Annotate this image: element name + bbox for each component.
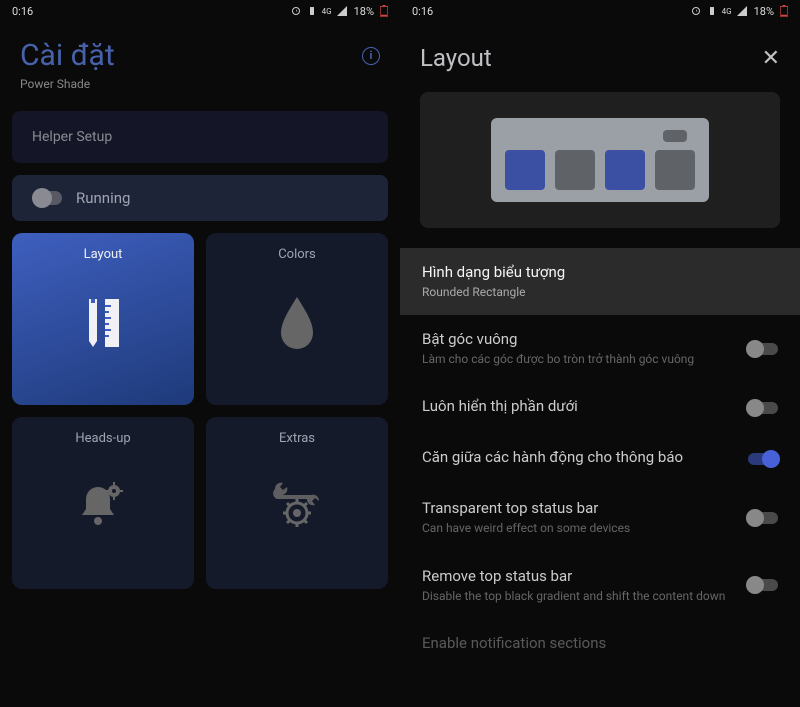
setting-title: Remove top status bar bbox=[422, 567, 736, 585]
tile-heads-up-label: Heads-up bbox=[75, 431, 130, 446]
setting-title: Căn giữa các hành động cho thông báo bbox=[422, 448, 736, 466]
signal-icon bbox=[336, 5, 348, 17]
toggle-remove-top[interactable] bbox=[748, 579, 778, 591]
setting-title: Luôn hiển thị phần dưới bbox=[422, 397, 736, 415]
tile-layout[interactable]: Layout bbox=[12, 233, 194, 405]
status-bar: 0:16 4G 18% bbox=[400, 0, 800, 22]
tile-layout-label: Layout bbox=[84, 247, 123, 262]
battery-icon bbox=[780, 5, 788, 17]
pencil-ruler-icon bbox=[73, 286, 133, 356]
alarm-icon bbox=[690, 5, 702, 17]
header: Layout ✕ bbox=[400, 22, 800, 92]
setting-center-actions[interactable]: Căn giữa các hành động cho thông báo bbox=[400, 433, 800, 484]
alarm-icon bbox=[290, 5, 302, 17]
page-subtitle: Power Shade bbox=[20, 77, 380, 91]
setting-title: Transparent top status bar bbox=[422, 499, 736, 517]
battery-label: 18% bbox=[754, 5, 774, 18]
setting-always-show-bottom[interactable]: Luôn hiển thị phần dưới bbox=[400, 382, 800, 433]
preview-stack bbox=[655, 130, 695, 190]
running-toggle[interactable] bbox=[32, 191, 62, 205]
setting-sub: Disable the top black gradient and shift… bbox=[422, 588, 736, 604]
page-title: Layout bbox=[420, 44, 492, 72]
toggle-center-actions[interactable] bbox=[748, 453, 778, 465]
setting-sub: Can have weird effect on some devices bbox=[422, 520, 736, 536]
setting-title: Hình dạng biểu tượng bbox=[422, 263, 778, 281]
setting-sub: Rounded Rectangle bbox=[422, 284, 778, 300]
running-card[interactable]: Running bbox=[12, 175, 388, 221]
preview-small-tile bbox=[663, 130, 687, 142]
status-right: 4G 18% bbox=[290, 5, 388, 18]
toggle-transparent-top[interactable] bbox=[748, 512, 778, 524]
running-label: Running bbox=[76, 189, 130, 207]
helper-setup-label: Helper Setup bbox=[32, 129, 112, 145]
status-icons: 4G bbox=[290, 5, 348, 17]
preview-tile-active bbox=[605, 150, 645, 190]
setting-title: Enable notification sections bbox=[422, 634, 778, 652]
page-title: Cài đặt bbox=[20, 38, 115, 73]
settings-list: Hình dạng biểu tượng Rounded Rectangle B… bbox=[400, 248, 800, 670]
content: Helper Setup Running Layout bbox=[0, 99, 400, 601]
setting-title: Bật góc vuông bbox=[422, 330, 736, 348]
battery-icon bbox=[380, 5, 388, 17]
vibrate-icon bbox=[306, 5, 318, 17]
preview-tile bbox=[655, 150, 695, 190]
status-time: 0:16 bbox=[412, 5, 433, 18]
water-drop-icon bbox=[267, 286, 327, 356]
setting-enable-sections[interactable]: Enable notification sections bbox=[400, 619, 800, 670]
layout-preview bbox=[420, 92, 780, 228]
setting-square-corners[interactable]: Bật góc vuông Làm cho các góc được bo tr… bbox=[400, 315, 800, 382]
tile-colors-label: Colors bbox=[278, 247, 316, 262]
toggle-square-corners[interactable] bbox=[748, 343, 778, 355]
setting-icon-shape[interactable]: Hình dạng biểu tượng Rounded Rectangle bbox=[400, 248, 800, 315]
tile-heads-up[interactable]: Heads-up bbox=[12, 417, 194, 589]
setting-remove-top[interactable]: Remove top status bar Disable the top bl… bbox=[400, 552, 800, 619]
status-bar: 0:16 4G 18% bbox=[0, 0, 400, 22]
setting-sub: Làm cho các góc được bo tròn trở thành g… bbox=[422, 351, 736, 367]
network-label: 4G bbox=[722, 7, 732, 16]
battery-label: 18% bbox=[354, 5, 374, 18]
setting-transparent-top[interactable]: Transparent top status bar Can have weir… bbox=[400, 484, 800, 551]
preview-tile-active bbox=[505, 150, 545, 190]
wrench-gear-icon bbox=[267, 470, 327, 540]
toggle-always-show-bottom[interactable] bbox=[748, 402, 778, 414]
vibrate-icon bbox=[706, 5, 718, 17]
tiles-grid: Layout Colors bbox=[12, 233, 388, 589]
tile-colors[interactable]: Colors bbox=[206, 233, 388, 405]
tile-extras[interactable]: Extras bbox=[206, 417, 388, 589]
title-row: Cài đặt i bbox=[20, 38, 380, 73]
signal-icon bbox=[736, 5, 748, 17]
network-label: 4G bbox=[322, 7, 332, 16]
status-right: 4G 18% bbox=[690, 5, 788, 18]
status-time: 0:16 bbox=[12, 5, 33, 18]
tile-extras-label: Extras bbox=[279, 431, 315, 446]
screen-layout: 0:16 4G 18% Layout ✕ bbox=[400, 0, 800, 707]
close-icon[interactable]: ✕ bbox=[762, 46, 780, 71]
preview-tile bbox=[555, 150, 595, 190]
bell-gear-icon bbox=[73, 470, 133, 540]
screen-settings: 0:16 4G 18% Cài đặt i Power Shade Helper… bbox=[0, 0, 400, 707]
preview-row bbox=[491, 118, 709, 202]
header: Cài đặt i Power Shade bbox=[0, 22, 400, 99]
status-icons: 4G bbox=[690, 5, 748, 17]
helper-setup-card[interactable]: Helper Setup bbox=[12, 111, 388, 163]
info-icon[interactable]: i bbox=[362, 47, 380, 65]
